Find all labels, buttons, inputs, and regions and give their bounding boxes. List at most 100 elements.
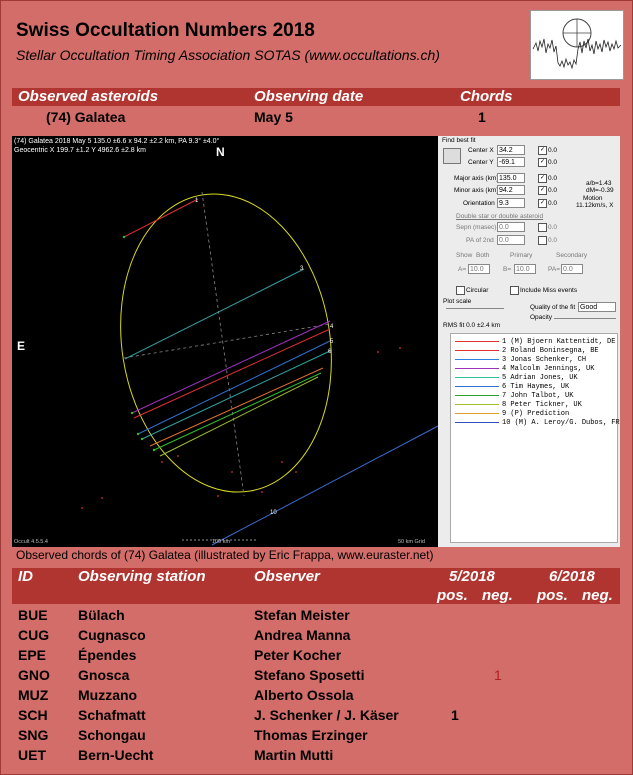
station-observer: Andrea Manna [254, 627, 351, 643]
col-observing-date: Observing date [254, 88, 364, 105]
legend-item-4: 4 Malcolm Jennings, UK [455, 365, 594, 373]
scale-bar-label: 100 km [212, 539, 230, 545]
neg-count-5: 1 [494, 667, 502, 683]
circular-check[interactable] [456, 286, 465, 295]
chord-label-5: 5 [330, 339, 334, 345]
station-id: SNG [18, 727, 49, 743]
summary-asteroid: (74) Galatea [46, 109, 126, 125]
quality-label: Quality of the fit [530, 304, 576, 311]
quality-select[interactable]: Good [578, 302, 616, 312]
major-axis-uncert: 0.0 [548, 175, 558, 182]
station-id: CUG [18, 627, 50, 643]
pa2-uncert: 0.0 [548, 237, 558, 244]
station-id: SCH [18, 707, 48, 723]
major-axis-check[interactable]: ✓ [538, 174, 547, 183]
orientation-field[interactable]: 9.3 [497, 198, 525, 208]
chord-line-2 [133, 328, 331, 419]
show-primary-radio[interactable]: Primary [510, 252, 532, 259]
minor-axis-field[interactable]: 94.2 [497, 185, 525, 195]
a-label: A= [458, 266, 467, 273]
legend-item-6: 6 Tim Haymes, UK [455, 383, 569, 391]
motion-value: 11.12km/s, X [576, 202, 614, 209]
col-observer: Observer [254, 568, 320, 585]
plot-scale-slider[interactable] [446, 308, 504, 309]
pa2-field[interactable]: 0.0 [497, 235, 525, 245]
legend-item-1: 1 (M) Bjoern Kattentidt, DE [455, 338, 615, 346]
major-axis-field[interactable]: 135.0 [497, 173, 525, 183]
sepn-field[interactable]: 0.0 [497, 222, 525, 232]
center-x-check[interactable]: ✓ [538, 146, 547, 155]
center-y-label: Center Y [468, 159, 494, 166]
station-observer: Alberto Ossola [254, 687, 354, 703]
delta-mag: dM=-0.39 [586, 187, 614, 194]
legend-swatch [455, 421, 499, 423]
legend-swatch [455, 349, 499, 351]
minor-axis-check[interactable]: ✓ [538, 186, 547, 195]
show-both-radio[interactable]: Both [476, 252, 489, 259]
plot-info-line1: (74) Galatea 2018 May 5 135.0 ±6.6 x 94.… [14, 137, 220, 145]
grid-label: 50 km Grid [398, 539, 425, 545]
station-name: Cugnasco [78, 627, 146, 643]
sepn-check[interactable] [538, 223, 547, 232]
find-fit-button[interactable] [443, 148, 461, 164]
legend-item-5: 5 Adrian Jones, UK [455, 374, 578, 382]
chord-line-4 [131, 320, 331, 414]
ab-ratio: a/b=1.43 [586, 180, 612, 187]
legend-item-3: 3 Jonas Schenker, CH [455, 356, 586, 364]
col-neg-6: neg. [582, 587, 613, 604]
b-label: B= [503, 266, 512, 273]
center-x-field[interactable]: 34.2 [497, 145, 525, 155]
col-month-5: 5/2018 [449, 568, 495, 585]
col-pos-5: pos. [437, 587, 468, 604]
station-observer: Martin Mutti [254, 747, 334, 763]
legend-swatch [455, 358, 499, 360]
page-title: Swiss Occultation Numbers 2018 [16, 20, 315, 41]
col-id: ID [18, 568, 33, 585]
plot-info-line2: Geocentric X 199.7 ±1.2 Y 4962.6 ±2.8 km [14, 147, 146, 154]
sepn-label: Sepn (masec) [456, 224, 497, 231]
station-observer: Thomas Erzinger [254, 727, 368, 743]
fit-panel: Find best fit Center X 34.2 ✓ 0.0 Center… [438, 136, 620, 547]
pa2-label: PA of 2nd [466, 237, 494, 244]
chord-label-1: 1 [195, 198, 199, 204]
chord-line-6 [137, 340, 331, 435]
opacity-slider[interactable] [554, 318, 616, 319]
station-name: Bern-Uecht [78, 747, 154, 763]
orientation-check[interactable]: ✓ [538, 199, 547, 208]
sotas-logo [530, 10, 624, 80]
show-secondary-radio[interactable]: Secondary [556, 252, 587, 259]
station-id: BUE [18, 607, 48, 623]
a-field[interactable]: 10.0 [468, 264, 490, 274]
pa-field[interactable]: 0.0 [561, 264, 583, 274]
pa2-check[interactable] [538, 236, 547, 245]
legend-swatch [455, 412, 499, 414]
north-label: N [216, 145, 225, 159]
station-id: UET [18, 747, 46, 763]
center-y-check[interactable]: ✓ [538, 158, 547, 167]
circular-label: Circular [466, 287, 489, 294]
legend-swatch [455, 385, 499, 387]
east-label: E [17, 339, 25, 353]
col-observed-asteroids: Observed asteroids [18, 88, 159, 105]
summary-chords: 1 [478, 109, 486, 125]
center-y-field[interactable]: -69.1 [497, 157, 525, 167]
pos-count-5: 1 [451, 707, 459, 723]
chord-line-10 [211, 425, 438, 546]
legend-swatch [455, 367, 499, 369]
b-field[interactable]: 10.0 [514, 264, 536, 274]
summary-header: Observed asteroids Observing date Chords [12, 88, 620, 106]
summary-date: May 5 [254, 109, 293, 125]
station-id: EPE [18, 647, 47, 663]
page-subtitle: Stellar Occultation Timing Association S… [16, 47, 440, 63]
legend-swatch [455, 376, 499, 378]
chord-label-10: 10 [270, 510, 277, 516]
station-name: Gnosca [78, 667, 130, 683]
double-star-label: Double star or double asteroid [456, 213, 544, 220]
sepn-uncert: 0.0 [548, 224, 558, 231]
center-x-uncert: 0.0 [548, 147, 558, 154]
col-pos-6: pos. [537, 587, 568, 604]
observer-legend: 1 (M) Bjoern Kattentidt, DE 2 Roland Bon… [450, 333, 620, 543]
include-miss-check[interactable] [510, 286, 519, 295]
legend-swatch [455, 403, 499, 405]
chord-line-7 [153, 372, 322, 451]
